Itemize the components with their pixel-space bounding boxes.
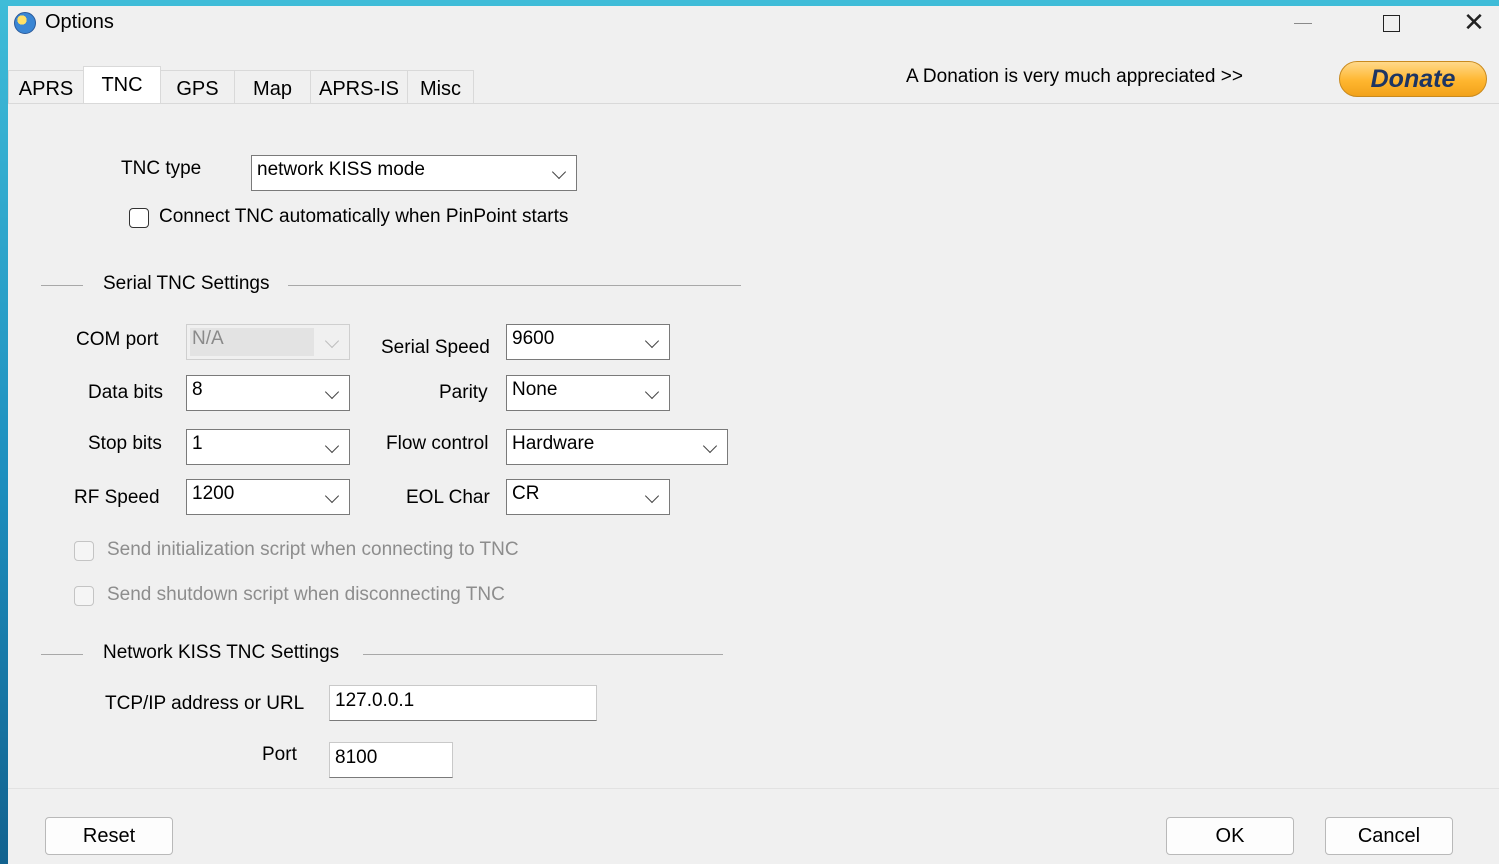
tab-map[interactable]: Map — [234, 70, 311, 103]
tab-aprs[interactable]: APRS — [8, 70, 84, 103]
close-button[interactable]: ✕ — [1451, 6, 1497, 40]
shutdown-script-checkbox — [74, 586, 94, 606]
stop-bits-select[interactable]: 1 — [186, 429, 350, 465]
chevron-down-icon — [324, 384, 340, 400]
flow-control-select[interactable]: Hardware — [506, 429, 728, 465]
parity-value: None — [512, 379, 558, 400]
tnc-type-select[interactable]: network KISS mode — [251, 155, 577, 191]
com-port-label: COM port — [76, 329, 159, 350]
flow-control-value: Hardware — [512, 433, 595, 454]
network-group-title: Network KISS TNC Settings — [103, 642, 340, 663]
chevron-down-icon — [644, 384, 660, 400]
footer-divider — [8, 788, 1499, 789]
network-group-line-left — [41, 654, 83, 655]
port-label: Port — [262, 744, 297, 765]
serial-speed-value: 9600 — [512, 328, 555, 349]
flow-control-label: Flow control — [386, 433, 489, 454]
parity-label: Parity — [439, 382, 488, 403]
serial-group-line-left — [41, 285, 83, 286]
com-port-select: N/A — [186, 324, 350, 360]
window-title: Options — [45, 11, 114, 33]
tab-aprs-is[interactable]: APRS-IS — [310, 70, 408, 103]
data-bits-select[interactable]: 8 — [186, 375, 350, 411]
reset-button[interactable]: Reset — [45, 817, 173, 855]
maximize-button[interactable] — [1368, 6, 1414, 40]
serial-speed-select[interactable]: 9600 — [506, 324, 670, 360]
auto-connect-label: Connect TNC automatically when PinPoint … — [159, 206, 569, 227]
eol-char-value: CR — [512, 483, 540, 504]
tab-misc[interactable]: Misc — [407, 70, 474, 103]
close-icon: ✕ — [1463, 8, 1485, 38]
com-port-value: N/A — [192, 328, 224, 349]
rf-speed-label: RF Speed — [74, 487, 160, 508]
tnc-type-label: TNC type — [121, 158, 202, 179]
eol-char-label: EOL Char — [406, 487, 490, 508]
serial-group-title: Serial TNC Settings — [103, 273, 270, 294]
stop-bits-label: Stop bits — [88, 433, 162, 454]
tab-strip: APRS TNC GPS Map APRS-IS Misc — [8, 66, 474, 104]
address-label: TCP/IP address or URL — [105, 693, 305, 714]
chevron-down-icon — [324, 488, 340, 504]
rf-speed-select[interactable]: 1200 — [186, 479, 350, 515]
ok-button[interactable]: OK — [1166, 817, 1294, 855]
donate-button[interactable]: Donate — [1339, 61, 1487, 97]
minimize-icon — [1294, 22, 1312, 24]
stop-bits-value: 1 — [192, 433, 203, 454]
minimize-button[interactable] — [1280, 6, 1326, 40]
tab-gps[interactable]: GPS — [160, 70, 235, 103]
tnc-panel: TNC type network KISS mode Connect TNC a… — [8, 104, 1499, 788]
serial-speed-label: Serial Speed — [381, 337, 490, 358]
chevron-down-icon — [644, 488, 660, 504]
rf-speed-value: 1200 — [192, 483, 235, 504]
parity-select[interactable]: None — [506, 375, 670, 411]
chevron-down-icon — [702, 438, 718, 454]
title-bar: Options ✕ — [8, 6, 1499, 50]
data-bits-value: 8 — [192, 379, 203, 400]
auto-connect-checkbox[interactable] — [129, 208, 149, 228]
chevron-down-icon — [644, 333, 660, 349]
chevron-down-icon — [551, 164, 567, 180]
cancel-button[interactable]: Cancel — [1325, 817, 1453, 855]
options-window: Options ✕ APRS TNC GPS Map APRS-IS Misc … — [8, 6, 1499, 864]
chevron-down-icon — [324, 333, 340, 349]
port-input[interactable]: 8100 — [329, 742, 453, 778]
data-bits-label: Data bits — [88, 382, 163, 403]
network-group-line-right — [363, 654, 723, 655]
app-globe-icon — [14, 12, 36, 34]
init-script-checkbox — [74, 541, 94, 561]
serial-group-line-right — [288, 285, 741, 286]
eol-char-select[interactable]: CR — [506, 479, 670, 515]
init-script-label: Send initialization script when connecti… — [107, 539, 519, 560]
chevron-down-icon — [324, 438, 340, 454]
maximize-icon — [1382, 14, 1400, 32]
address-input[interactable]: 127.0.0.1 — [329, 685, 597, 721]
tnc-type-value: network KISS mode — [257, 159, 425, 180]
shutdown-script-label: Send shutdown script when disconnecting … — [107, 584, 505, 605]
donation-text: A Donation is very much appreciated >> — [906, 66, 1243, 87]
tab-tnc[interactable]: TNC — [83, 66, 161, 103]
